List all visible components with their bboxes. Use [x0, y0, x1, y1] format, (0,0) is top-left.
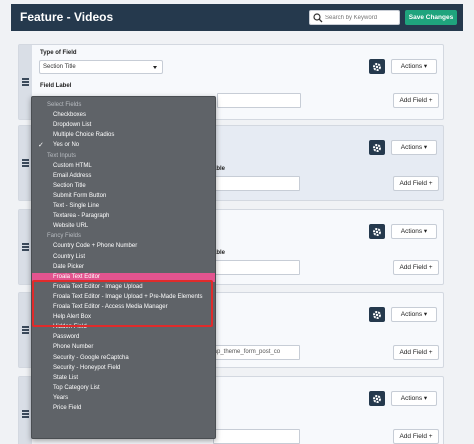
dropdown-option[interactable]: Country List — [32, 253, 215, 262]
dropdown-group-header: Select Fields — [32, 101, 215, 110]
dropdown-option[interactable]: Email Address — [32, 172, 215, 181]
text-input[interactable] — [213, 260, 300, 275]
actions-button[interactable]: Actions ▾ — [391, 59, 437, 74]
dropdown-option[interactable]: Submit Form Button — [32, 192, 215, 201]
dropdown-option-label: Dropdown List — [53, 122, 92, 129]
actions-label: Actions — [400, 311, 423, 318]
actions-button[interactable]: Actions ▾ — [391, 140, 437, 155]
dropdown-option-label: Text Inputs — [47, 152, 77, 159]
dropdown-option-label: Country Code + Phone Number — [53, 243, 138, 250]
dropdown-option[interactable]: Text - Single Line — [32, 202, 215, 211]
dropdown-option-label: Section Title — [53, 182, 86, 189]
dropdown-option[interactable]: Top Category List — [32, 384, 215, 393]
dropdown-option[interactable]: Security - Google reCaptcha — [32, 354, 215, 363]
settings-button[interactable] — [369, 140, 385, 155]
dropdown-option-label: Password — [53, 334, 80, 341]
dropdown-option-label: Yes or No — [53, 142, 80, 149]
add-field-button[interactable]: Add Field + — [393, 260, 439, 275]
add-field-button[interactable]: Add Field + — [393, 429, 439, 444]
input-value: strap_theme_form_post_co — [207, 349, 281, 355]
dropdown-option[interactable]: ✓ Yes or No — [32, 141, 215, 150]
settings-button[interactable] — [369, 224, 385, 239]
type-of-field-select[interactable]: Section Title — [39, 60, 163, 74]
add-field-button[interactable]: Add Field + — [393, 345, 439, 360]
add-field-button[interactable]: Add Field + — [393, 176, 439, 191]
settings-button[interactable] — [369, 391, 385, 406]
dropdown-option-label: Text - Single Line — [53, 203, 100, 209]
text-input[interactable]: strap_theme_form_post_co — [203, 345, 300, 360]
search-icon — [313, 13, 323, 23]
settings-button[interactable] — [369, 59, 385, 74]
field-label-label: Field Label — [40, 83, 72, 89]
dropdown-option-label: Custom HTML — [53, 162, 92, 169]
checkmark-icon: ✓ — [38, 142, 44, 150]
gear-icon — [373, 143, 381, 152]
text-input[interactable] — [213, 176, 300, 191]
dropdown-option-label: Textarea - Paragraph — [53, 213, 110, 220]
dropdown-option[interactable]: Date Picker — [32, 263, 215, 272]
actions-button[interactable]: Actions ▾ — [391, 224, 437, 239]
settings-button[interactable] — [369, 307, 385, 322]
dropdown-option[interactable]: Phone Number — [32, 343, 215, 352]
gear-icon — [373, 310, 381, 319]
gear-icon — [373, 62, 381, 71]
text-input[interactable] — [213, 429, 300, 444]
dropdown-option-label: Froala Text Editor — [53, 273, 100, 280]
dropdown-option[interactable]: Years — [32, 394, 215, 403]
dropdown-option-label: Website URL — [53, 223, 89, 230]
dropdown-option[interactable]: Custom HTML — [32, 162, 215, 171]
dropdown-option-label: State List — [53, 374, 79, 381]
dropdown-option-label: Select Fields — [47, 102, 82, 108]
dropdown-option[interactable]: Checkboxes — [32, 111, 215, 120]
dropdown-option[interactable]: State List — [32, 374, 215, 383]
dropdown-group-header: Fancy Fields — [32, 232, 215, 241]
dropdown-option-label: Country List — [53, 253, 86, 260]
dropdown-option[interactable]: Price Field — [32, 404, 215, 413]
dropdown-option-label: Email Address — [53, 172, 92, 179]
type-of-field-value: Section Title — [43, 64, 76, 70]
dropdown-option[interactable]: Security - Honeypot Field — [32, 364, 215, 373]
dropdown-option-label: Checkboxes — [53, 112, 87, 119]
gear-icon — [373, 227, 381, 236]
dropdown-option-label: Security - Honeypot Field — [53, 364, 121, 371]
dropdown-option-label: Years — [53, 394, 69, 401]
search-box[interactable] — [309, 10, 400, 25]
dropdown-option[interactable]: Password — [32, 333, 215, 342]
dropdown-option-label: Phone Number — [53, 344, 94, 351]
actions-button[interactable]: Actions ▾ — [391, 391, 437, 406]
field-type-dropdown[interactable]: Select Fields Checkboxes Dropdown List Mult… — [31, 96, 216, 439]
dropdown-option-label: Price Field — [53, 405, 82, 411]
dropdown-option[interactable]: Section Title — [32, 182, 215, 191]
add-field-button[interactable]: Add Field + — [393, 93, 439, 108]
dropdown-option-label: Submit Form Button — [53, 192, 107, 199]
actions-button[interactable]: Actions ▾ — [391, 307, 437, 322]
dropdown-option[interactable]: Country Code + Phone Number — [32, 242, 215, 251]
dropdown-group-header: Text Inputs — [32, 152, 215, 161]
actions-label: Actions — [400, 395, 423, 402]
actions-label: Actions — [400, 228, 423, 235]
save-changes-button[interactable]: Save Changes — [405, 10, 457, 25]
highlight-box — [32, 280, 213, 327]
field-label-input[interactable] — [217, 93, 301, 108]
dropdown-option[interactable]: Dropdown List — [32, 121, 215, 130]
dropdown-option-label: Security - Google reCaptcha — [53, 354, 129, 361]
dropdown-option-label: Top Category List — [53, 384, 100, 391]
actions-label: Actions — [400, 144, 423, 151]
chevron-down-icon — [153, 66, 157, 69]
search-input[interactable] — [325, 12, 397, 23]
page-title: Feature - Videos — [20, 10, 114, 24]
type-of-field-label: Type of Field — [40, 50, 77, 56]
dropdown-option-label: Date Picker — [53, 263, 85, 270]
actions-label: Actions — [400, 63, 423, 70]
dropdown-option[interactable]: Multiple Choice Radios — [32, 131, 215, 140]
gear-icon — [373, 394, 381, 403]
dropdown-option-label: Multiple Choice Radios — [53, 132, 115, 139]
dropdown-option[interactable]: Textarea - Paragraph — [32, 212, 215, 221]
dropdown-option-label: Fancy Fields — [47, 233, 82, 240]
top-bar: Feature - Videos Save Changes — [11, 4, 463, 31]
dropdown-option[interactable]: Website URL — [32, 222, 215, 231]
